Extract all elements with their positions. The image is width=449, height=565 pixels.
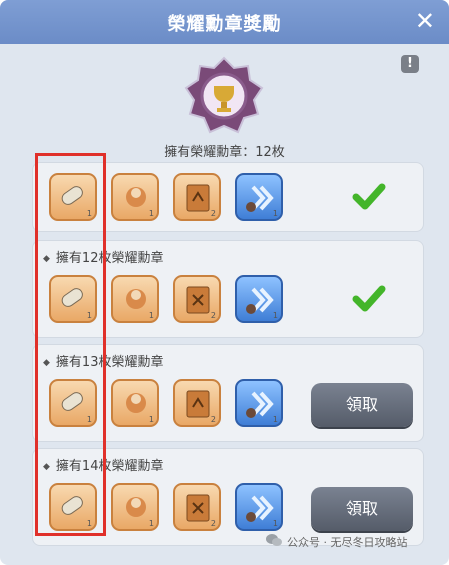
close-icon[interactable]: ✕: [415, 7, 435, 35]
info-icon[interactable]: !: [401, 55, 419, 73]
book-item-icon[interactable]: 2: [173, 275, 221, 323]
title-bar: 榮耀勳章獎勵 ✕: [0, 0, 449, 44]
book-item-icon[interactable]: 2: [173, 173, 221, 221]
speedup-item-icon[interactable]: 1: [235, 275, 283, 323]
creature-item-icon[interactable]: 1: [111, 379, 159, 427]
creature-item-icon[interactable]: 1: [111, 483, 159, 531]
reward-dialog: 榮耀勳章獎勵 ✕ ! 擁有榮耀勳章：12枚 1 1 2 1 ◆ 擁有12枚榮耀勳…: [0, 0, 449, 565]
claimed-check-icon: [352, 183, 386, 210]
honor-medal-icon: [184, 56, 264, 134]
book-item-icon[interactable]: 2: [173, 379, 221, 427]
claim-button[interactable]: 領取: [311, 487, 413, 531]
creature-item-icon[interactable]: 1: [111, 275, 159, 323]
speedup-item-icon[interactable]: 1: [235, 379, 283, 427]
book-item-icon[interactable]: 2: [173, 483, 221, 531]
watermark: 公众号 · 无尽冬日攻略站: [287, 536, 408, 549]
speedup-item-icon[interactable]: 1: [235, 483, 283, 531]
highlight-box: [35, 153, 106, 536]
creature-item-icon[interactable]: 1: [111, 173, 159, 221]
claim-button[interactable]: 領取: [311, 383, 413, 427]
wechat-icon: [266, 534, 282, 546]
speedup-item-icon[interactable]: 1: [235, 173, 283, 221]
dialog-title: 榮耀勳章獎勵: [167, 14, 282, 35]
claimed-check-icon: [352, 285, 386, 312]
